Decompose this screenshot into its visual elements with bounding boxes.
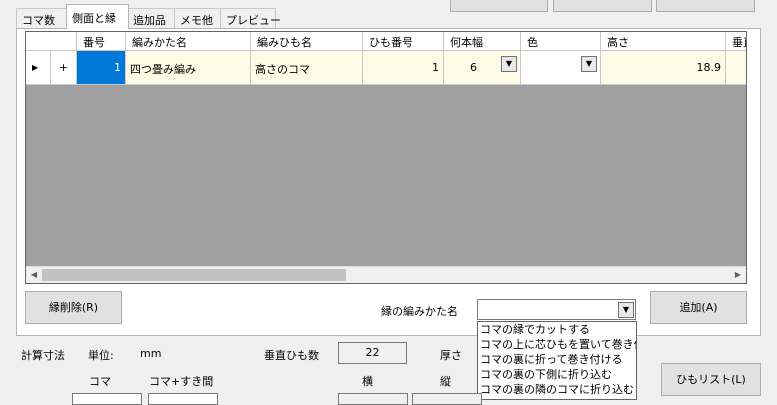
tab-memo[interactable]: メモ他 (174, 8, 222, 28)
edge-method-label: 縁の編みかた名 (381, 305, 458, 318)
tab-koma[interactable]: コマ数 (16, 8, 68, 28)
cell-number[interactable]: 1 (77, 51, 126, 85)
scroll-left-icon[interactable]: ◀ (26, 267, 42, 283)
row-expand-icon[interactable]: + (51, 51, 77, 85)
cell-method[interactable]: 四つ畳み編み (126, 51, 251, 85)
edge-method-dropdown-list[interactable]: コマの縁でカットする コマの上に芯ひもを置いて巻き付ける コマの裏に折って巻き付… (477, 321, 637, 400)
unit-label: 単位: (88, 349, 114, 362)
koma-gap-field[interactable] (148, 393, 218, 405)
delete-edge-button[interactable]: 縁削除(R) (25, 291, 122, 324)
yoko-label: 横 (362, 375, 373, 388)
dropdown-option[interactable]: コマの裏に折って巻き付ける (478, 352, 636, 367)
calc-title: 計算寸法 (21, 349, 65, 362)
column-header[interactable]: ひも番号 (363, 32, 444, 51)
koma-label: コマ (89, 375, 111, 388)
vertical-cords-label: 垂直ひも数 (264, 349, 319, 362)
yoko-field (338, 393, 408, 405)
width-dropdown-arrow-icon[interactable]: ▼ (501, 56, 517, 72)
dropdown-option[interactable]: コマの裏の隣のコマに折り込む (478, 382, 636, 397)
row-header-corner (26, 32, 77, 51)
tab-side-edge[interactable]: 側面と縁 (66, 4, 129, 29)
cell-cord-number[interactable]: 1 (363, 51, 444, 85)
tab-preview[interactable]: プレビュー (220, 8, 281, 28)
column-header[interactable]: 編みひも名 (251, 32, 363, 51)
column-header[interactable]: 番号 (77, 32, 126, 51)
scroll-right-icon[interactable]: ▶ (730, 267, 746, 283)
unit-value: mm (140, 347, 162, 360)
edge-method-dropdown-icon[interactable]: ▼ (618, 302, 634, 318)
tate-label: 縦 (440, 375, 451, 388)
cord-list-label: ひもリスト(L) (676, 373, 746, 386)
edge-method-combo[interactable]: ▼ (477, 299, 636, 320)
edge-grid[interactable]: 番号 編みかた名 編みひも名 ひも番号 何本幅 色 高さ 垂直 ▶ + 1 四つ… (25, 31, 747, 284)
cell-vertical[interactable] (726, 51, 746, 85)
column-header[interactable]: 色 (521, 32, 601, 51)
cell-height[interactable]: 18.9 (601, 51, 726, 85)
color-dropdown-arrow-icon[interactable]: ▼ (581, 56, 597, 72)
koma-field[interactable] (72, 393, 142, 405)
dropdown-option[interactable]: コマの裏の下側に折り込む (478, 367, 636, 382)
top-button-1[interactable] (450, 0, 548, 12)
add-label: 追加(A) (679, 301, 718, 314)
column-header[interactable]: 何本幅 (444, 32, 521, 51)
dropdown-option[interactable]: コマの縁でカットする (478, 322, 636, 337)
top-button-2[interactable] (553, 0, 652, 12)
cord-list-button[interactable]: ひもリスト(L) (661, 363, 761, 396)
koma-gap-label: コマ+すき間 (149, 375, 214, 388)
width-count-value: 6 (470, 61, 477, 74)
top-button-3[interactable] (656, 0, 755, 12)
delete-edge-label: 縁削除(R) (48, 301, 99, 314)
row-indicator-icon[interactable]: ▶ (26, 51, 51, 85)
horizontal-scrollbar[interactable]: ◀ ▶ (26, 266, 746, 283)
dropdown-option[interactable]: コマの上に芯ひもを置いて巻き付ける (478, 337, 636, 352)
vertical-cords-field: 22 (338, 342, 407, 364)
cell-cord-name[interactable]: 高さのコマ (251, 51, 363, 85)
column-header[interactable]: 高さ (601, 32, 726, 51)
column-header[interactable]: 垂直 (726, 32, 746, 51)
column-header[interactable]: 編みかた名 (126, 32, 251, 51)
add-button[interactable]: 追加(A) (650, 291, 747, 324)
tate-field (412, 393, 482, 405)
scrollbar-thumb[interactable] (42, 269, 346, 281)
thickness-label: 厚さ (440, 349, 462, 362)
